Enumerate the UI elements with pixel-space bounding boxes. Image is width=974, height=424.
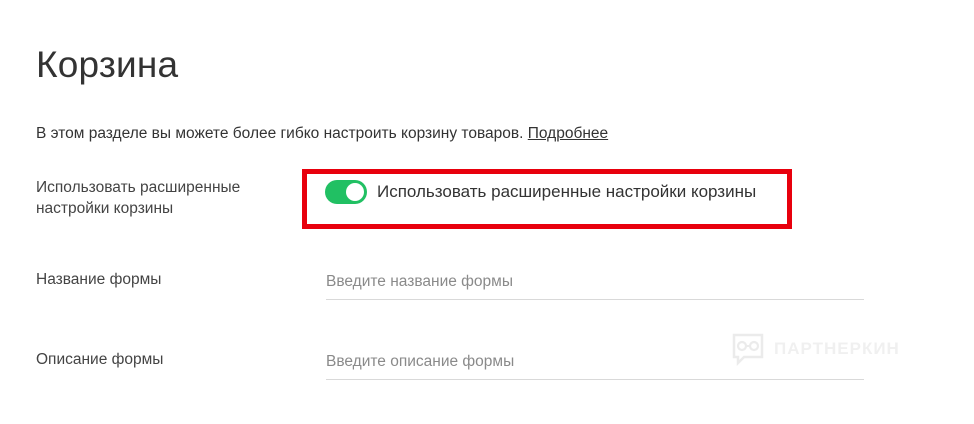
extended-settings-toggle[interactable] bbox=[325, 180, 367, 204]
intro-paragraph: В этом разделе вы можете более гибко нас… bbox=[36, 125, 608, 143]
form-name-label: Название формы bbox=[36, 271, 162, 288]
form-description-label: Описание формы bbox=[36, 351, 164, 368]
glasses-speech-bubble-icon bbox=[732, 333, 764, 367]
toggle-knob bbox=[346, 183, 364, 201]
watermark-text: ПАРТНЕРКИН bbox=[774, 339, 900, 358]
more-info-link[interactable]: Подробнее bbox=[528, 125, 608, 142]
intro-text: В этом разделе вы можете более гибко нас… bbox=[36, 125, 524, 142]
extended-settings-label: Использовать расширенные настройки корзи… bbox=[36, 179, 241, 217]
extended-settings-toggle-label[interactable]: Использовать расширенные настройки корзи… bbox=[377, 182, 756, 202]
cart-settings-page: Корзина В этом разделе вы можете более г… bbox=[0, 0, 974, 424]
page-title: Корзина bbox=[36, 44, 179, 85]
form-name-input[interactable] bbox=[326, 265, 864, 300]
watermark: ПАРТНЕРКИН bbox=[730, 331, 900, 367]
